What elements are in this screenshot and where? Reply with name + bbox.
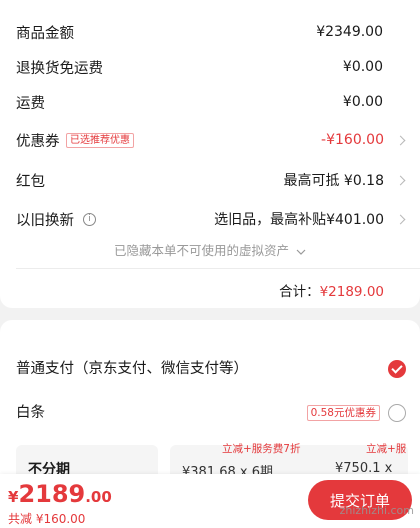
- order-total: 合计：¥2189.00: [279, 280, 384, 300]
- watermark: zhizhizhi.com: [339, 504, 414, 517]
- radio-checked-icon[interactable]: [388, 360, 406, 378]
- divider: [16, 268, 420, 269]
- order-summary-card: 商品金额 ¥2349.00 退换货免运费 ¥0.00 运费 ¥0.00 优惠券 …: [0, 0, 420, 308]
- normal-pay-option[interactable]: 普通支付（京东支付、微信支付等）: [0, 357, 420, 381]
- shipping-row: 运费 ¥0.00: [0, 90, 420, 114]
- return-shipping-value: ¥0.00: [342, 59, 383, 75]
- hidden-assets-toggle[interactable]: 已隐藏本单不可使用的虚拟资产: [0, 240, 420, 259]
- baitiao-option[interactable]: 白条 0.58元优惠券: [0, 401, 420, 425]
- trade-in-value: 选旧品，最高补贴¥401.00: [214, 212, 384, 228]
- hidden-assets-note: 已隐藏本单不可使用的虚拟资产: [114, 243, 290, 258]
- chevron-right-icon: [395, 214, 406, 224]
- coupon-label: 优惠券: [16, 133, 60, 150]
- installment-promo-2: 立减+服: [366, 443, 407, 455]
- baitiao-label: 白条: [16, 405, 45, 421]
- coupon-value: -¥160.00: [321, 132, 384, 148]
- product-amount-row: 商品金额 ¥2349.00: [0, 20, 420, 44]
- coupon-row[interactable]: 优惠券 已选推荐优惠 -¥160.00: [0, 128, 420, 152]
- baitiao-coupon-tag: 0.58元优惠券: [306, 405, 380, 421]
- red-packet-label: 红包: [16, 173, 45, 190]
- radio-unchecked-icon[interactable]: [388, 404, 406, 422]
- red-packet-value: 最高可抵 ¥0.18: [283, 173, 384, 189]
- total-label: 合计：: [279, 284, 320, 300]
- return-shipping-label: 退换货免运费: [16, 60, 103, 77]
- shipping-value: ¥0.00: [342, 94, 383, 110]
- product-amount-label: 商品金额: [16, 25, 74, 42]
- checkout-bar: ¥2189.00 共减 ¥160.00 提交订单: [0, 474, 420, 528]
- coupon-recommend-tag: 已选推荐优惠: [66, 132, 134, 148]
- chevron-down-icon: [296, 249, 306, 255]
- total-saved: 共减 ¥160.00: [8, 512, 86, 526]
- return-shipping-row: 退换货免运费 ¥0.00: [0, 55, 420, 79]
- product-amount-value: ¥2349.00: [316, 24, 383, 40]
- trade-in-label: 以旧换新: [16, 212, 74, 229]
- price-integer: 2189: [18, 480, 86, 508]
- currency-symbol: ¥: [8, 488, 19, 506]
- shipping-label: 运费: [16, 95, 45, 112]
- chevron-right-icon: [395, 135, 406, 145]
- price-decimal: .00: [85, 488, 112, 506]
- total-amount: ¥2189.00: [319, 284, 384, 300]
- info-icon[interactable]: i: [83, 212, 96, 226]
- trade-in-row[interactable]: 以旧换新 i 选旧品，最高补贴¥401.00: [0, 207, 420, 231]
- normal-pay-label: 普通支付（京东支付、微信支付等）: [16, 361, 248, 377]
- installment-promo-1: 立减+服务费7折: [222, 443, 301, 455]
- final-price: ¥2189.00: [8, 480, 112, 508]
- chevron-right-icon: [395, 175, 406, 185]
- red-packet-row[interactable]: 红包 最高可抵 ¥0.18: [0, 168, 420, 192]
